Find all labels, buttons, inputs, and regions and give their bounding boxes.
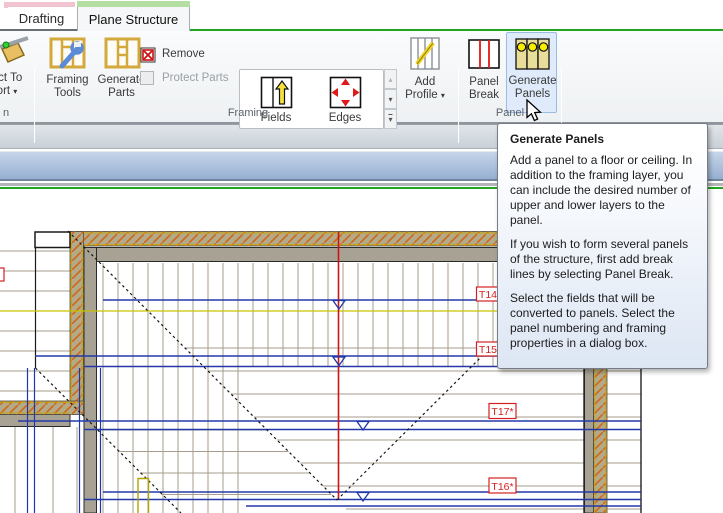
separator (458, 67, 459, 143)
fields-button[interactable]: Fields (248, 72, 304, 128)
protect-parts-checkbox[interactable]: Protect Parts (140, 71, 240, 89)
app-window: T14* T15* T17* T16* Drafting Plane Struc… (0, 0, 723, 513)
tooltip-paragraph-2: If you wish to form several panels of th… (510, 237, 696, 282)
svg-text:T16*: T16* (491, 481, 513, 493)
yellow-opening-outline (138, 479, 149, 513)
panel-break-button[interactable]: Panel Break (462, 33, 506, 109)
clipped-report-button[interactable]: ect To ort ▾ (0, 33, 34, 111)
checkbox-icon (140, 71, 154, 85)
generate-panels-tooltip: Generate Panels Add a panel to a floor o… (497, 123, 708, 369)
clipped-group-label: n (0, 107, 12, 119)
add-profile-icon (410, 37, 440, 70)
framing-tools-button[interactable]: Framing Tools (40, 33, 95, 109)
ribbon: ect To ort ▾ n Framing Tools (0, 31, 723, 124)
truss-label-t17[interactable]: T17* (489, 404, 516, 419)
mouse-cursor (522, 98, 544, 124)
tooltip-paragraph-3: Select the fields that will be converted… (510, 291, 696, 351)
tab-bar: Drafting Plane Structure (0, 0, 723, 31)
tooltip-title: Generate Panels (510, 132, 696, 146)
gallery-more-button[interactable]: ▾ (384, 109, 397, 129)
panel-group-label: Panel (460, 107, 560, 119)
framing-gallery: Fields Edges (239, 69, 384, 129)
gallery-scroll-up-button[interactable]: ▴ (384, 69, 397, 89)
framing-group-label: Framing (198, 107, 298, 119)
gallery-scroll-strip: ▴ ▾ ▾ (384, 69, 397, 129)
generate-panels-icon (515, 38, 551, 70)
dropdown-arrow-icon: ▾ (441, 91, 445, 100)
remove-icon (140, 47, 156, 63)
report-icon (0, 35, 32, 71)
panel-break-icon (468, 39, 500, 69)
gallery-scroll-down-button[interactable]: ▾ (384, 89, 397, 109)
tab-plane-structure[interactable]: Plane Structure (77, 7, 190, 31)
truss-label-t16[interactable]: T16* (489, 478, 516, 493)
dropdown-arrow-icon: ▾ (13, 87, 17, 96)
svg-text:T17*: T17* (491, 406, 513, 418)
tab-drafting[interactable]: Drafting (8, 7, 75, 30)
edges-button[interactable]: Edges (312, 72, 378, 128)
add-profile-button[interactable]: Add Profile ▾ (400, 33, 450, 109)
wall-opening (35, 232, 70, 248)
separator (34, 67, 35, 143)
edges-icon (329, 76, 362, 109)
left-wall (70, 232, 84, 415)
generate-parts-icon (104, 35, 141, 72)
framing-tools-icon (49, 35, 86, 72)
truss-label-clipped (0, 268, 4, 281)
fields-icon (260, 76, 293, 109)
remove-button[interactable]: Remove (140, 47, 230, 65)
tooltip-paragraph-1: Add a panel to a floor or ceiling. In ad… (510, 153, 696, 228)
